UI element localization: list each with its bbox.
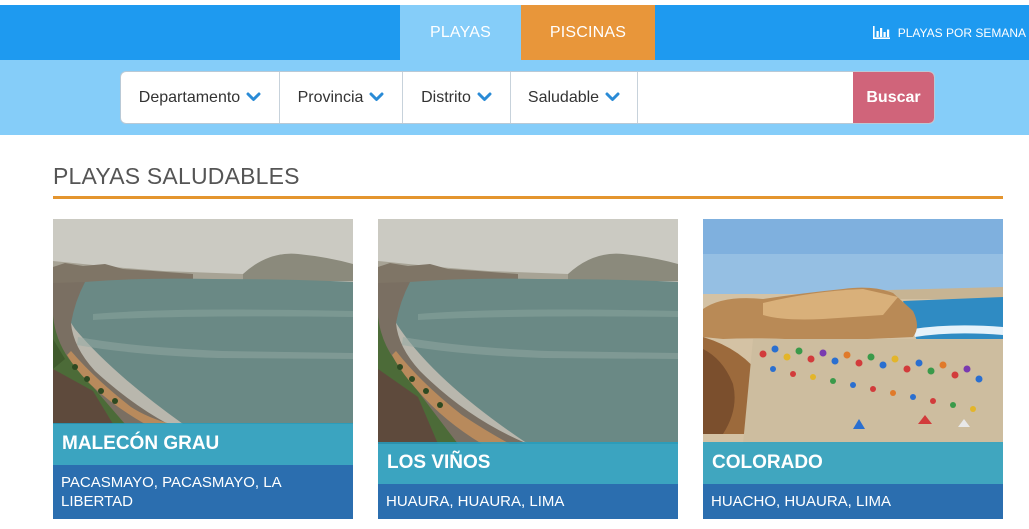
distrito-label: Distrito <box>421 88 471 106</box>
weekly-link-label: PLAYAS POR SEMANA <box>897 25 1026 40</box>
beach-location: PACASMAYO, PACASMAYO, LA LIBERTAD <box>53 465 353 519</box>
buscar-button[interactable]: Buscar <box>853 72 934 123</box>
filter-bar: Departamento Provincia Distrito Saludabl… <box>120 71 935 124</box>
beach-location: HUAURA, HUAURA, LIMA <box>378 484 678 519</box>
filter-band: Departamento Provincia Distrito Saludabl… <box>0 60 1029 135</box>
chevron-down-icon <box>246 89 261 107</box>
departamento-label: Departamento <box>138 88 241 106</box>
departamento-dropdown[interactable]: Departamento <box>121 72 280 123</box>
tab-playas[interactable]: PLAYAS <box>400 5 521 60</box>
provincia-dropdown[interactable]: Provincia <box>280 72 403 123</box>
beach-name: LOS VIÑOS <box>378 442 678 484</box>
beach-card-malecon-grau[interactable]: MALECÓN GRAU PACASMAYO, PACASMAYO, LA LI… <box>53 219 353 519</box>
bar-chart-icon <box>872 26 890 39</box>
section-title: PLAYAS SALUDABLES <box>53 163 300 189</box>
provincia-label: Provincia <box>297 88 364 106</box>
saludable-label: Saludable <box>527 88 600 106</box>
beach-card-los-vinos[interactable]: LOS VIÑOS HUAURA, HUAURA, LIMA <box>378 219 678 519</box>
tab-piscinas[interactable]: PISCINAS <box>521 5 655 60</box>
chevron-down-icon <box>369 89 384 107</box>
top-navigation-bar: PLAYAS PISCINAS PLAYAS POR SEMANA <box>0 5 1029 60</box>
section-divider <box>53 196 1003 199</box>
chevron-down-icon <box>605 89 620 107</box>
beach-location: HUACHO, HUAURA, LIMA <box>703 484 1003 519</box>
search-input[interactable] <box>638 72 853 123</box>
beach-name: COLORADO <box>703 442 1003 484</box>
beach-name: MALECÓN GRAU <box>53 423 353 465</box>
beach-card-colorado[interactable]: COLORADO HUACHO, HUAURA, LIMA <box>703 219 1003 519</box>
distrito-dropdown[interactable]: Distrito <box>403 72 511 123</box>
chevron-down-icon <box>477 89 492 107</box>
playas-por-semana-link[interactable]: PLAYAS POR SEMANA <box>872 5 1026 60</box>
saludable-dropdown[interactable]: Saludable <box>511 72 638 123</box>
